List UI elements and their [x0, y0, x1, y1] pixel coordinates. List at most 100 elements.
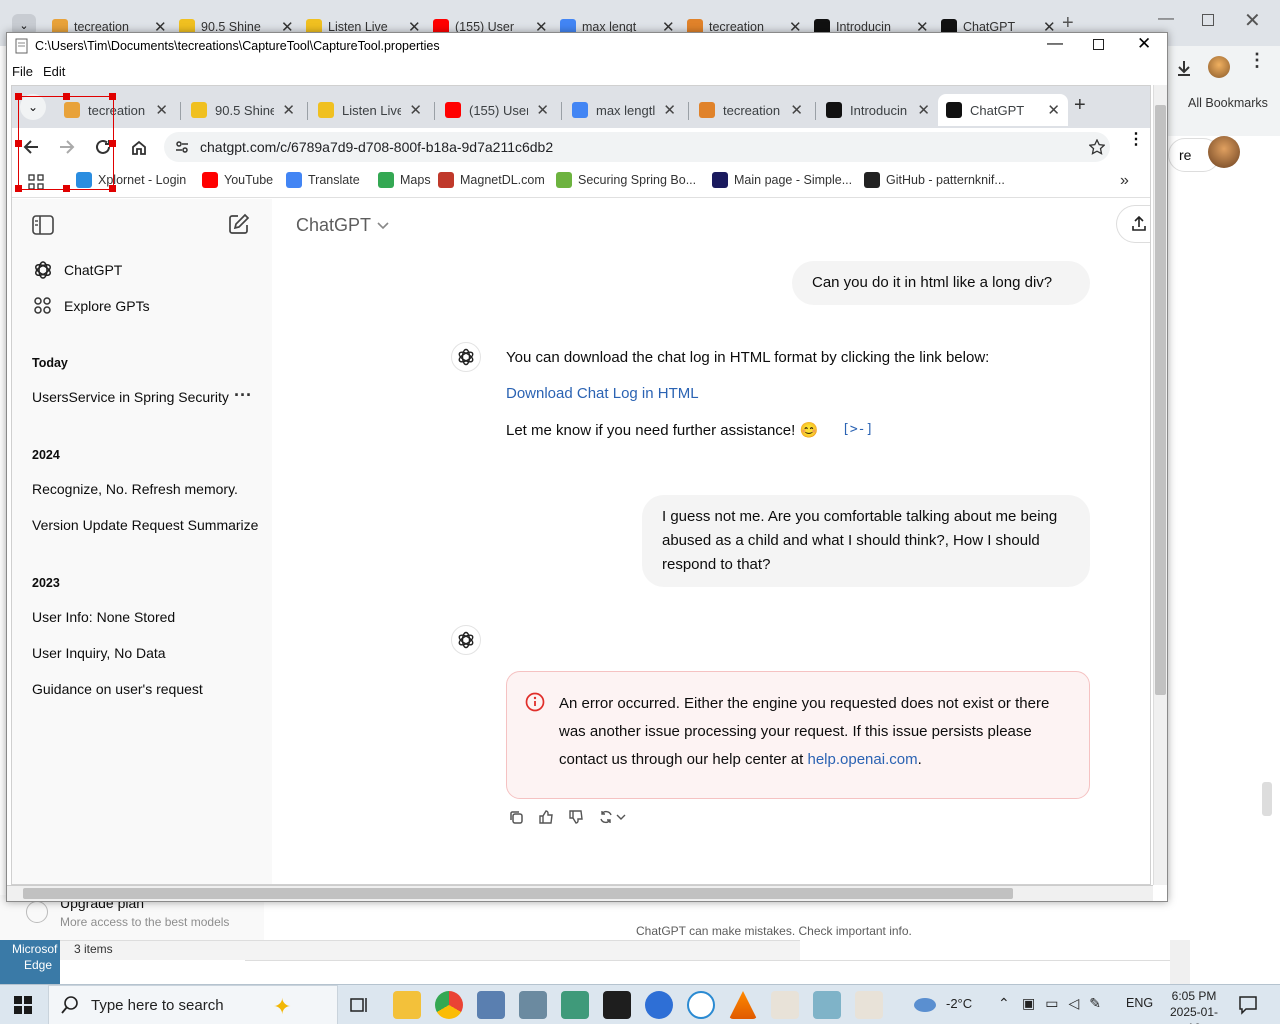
thumbs-down-icon[interactable]	[568, 809, 584, 825]
tab-8[interactable]: ChatGPT ✕	[938, 94, 1068, 126]
explorer-hscroll[interactable]	[245, 960, 1180, 984]
tab-4[interactable]: (155) User ✕	[437, 94, 557, 126]
menu-kebab-icon[interactable]: ⋮	[1248, 51, 1266, 69]
network-icon[interactable]: ▭	[1045, 995, 1058, 1012]
help-center-link[interactable]: help.openai.com	[808, 751, 918, 768]
thumbs-up-icon[interactable]	[538, 809, 554, 825]
app-icon[interactable]	[519, 991, 547, 1019]
close-window-button[interactable]: ✕	[1137, 34, 1151, 54]
model-selector[interactable]: ChatGPT	[296, 215, 389, 236]
tab-3[interactable]: Listen Live ✕	[310, 94, 430, 126]
sidebar-item-explore-gpts[interactable]: Explore GPTs	[32, 295, 150, 317]
site-info-icon[interactable]	[174, 139, 190, 155]
maximize-button[interactable]	[1093, 39, 1104, 50]
minimize-button[interactable]: —	[1158, 10, 1174, 28]
more-bookmarks-chevron-icon[interactable]: »	[1120, 172, 1129, 190]
download-icon[interactable]	[1174, 58, 1194, 78]
history-item[interactable]: User Info: None Stored	[32, 609, 175, 625]
edge-desktop-shortcut[interactable]: Microsof Edge	[0, 940, 60, 984]
tray-icon[interactable]: ▣	[1022, 995, 1035, 1012]
weather-cloud-icon[interactable]	[912, 995, 938, 1015]
regenerate-button[interactable]	[598, 809, 626, 825]
terminal-icon[interactable]	[603, 991, 631, 1019]
tab-7[interactable]: Introducin ✕	[818, 94, 938, 126]
sidebar-item-chatgpt[interactable]: ChatGPT	[32, 259, 122, 281]
bookmark-item[interactable]: GitHub - patternknif...	[864, 172, 1005, 188]
sidebar-toggle-icon[interactable]	[32, 215, 54, 235]
notepad-icon[interactable]	[813, 991, 841, 1019]
resize-handle[interactable]	[15, 140, 22, 147]
horizontal-scrollbar[interactable]	[7, 885, 1153, 901]
resize-handle[interactable]	[109, 185, 116, 192]
menu-kebab-icon[interactable]: ⋮	[1128, 132, 1144, 148]
pen-icon[interactable]: ✎	[1089, 995, 1101, 1012]
menu-file[interactable]: File	[7, 64, 38, 79]
copy-icon[interactable]	[508, 809, 524, 825]
history-item[interactable]: Version Update Request Summarize	[32, 517, 258, 533]
minimize-button[interactable]: —	[1047, 35, 1063, 53]
language-indicator[interactable]: ENG	[1126, 996, 1153, 1010]
app-icon[interactable]	[561, 991, 589, 1019]
bookmark-item[interactable]: Translate	[286, 172, 360, 188]
tab-6[interactable]: tecreation ✕	[691, 94, 811, 126]
history-item[interactable]: Guidance on user's request	[32, 681, 203, 697]
notification-center-icon[interactable]	[1238, 995, 1258, 1015]
file-explorer-icon[interactable]	[393, 991, 421, 1019]
menu-edit[interactable]: Edit	[38, 64, 70, 79]
scrollbar-thumb[interactable]	[1262, 782, 1272, 816]
java-icon[interactable]	[771, 991, 799, 1019]
resize-handle[interactable]	[109, 140, 116, 147]
close-tab-icon[interactable]: ✕	[917, 101, 930, 119]
windows-start-icon[interactable]	[14, 996, 32, 1014]
all-bookmarks[interactable]: All Bookmarks	[1168, 96, 1280, 110]
volume-icon[interactable]: ◁	[1068, 995, 1079, 1012]
tab-5[interactable]: max lengtl ✕	[564, 94, 684, 126]
horizontal-scrollbar-thumb[interactable]	[23, 888, 1013, 899]
history-item[interactable]: Recognize, No. Refresh memory.	[32, 481, 238, 497]
profile-avatar[interactable]	[1208, 56, 1230, 78]
task-view-icon[interactable]	[350, 995, 370, 1015]
citation-icon[interactable]: [>-]	[842, 422, 873, 437]
resize-handle[interactable]	[63, 185, 70, 192]
bookmark-item[interactable]: Maps	[378, 172, 431, 188]
download-chat-log-link[interactable]: Download Chat Log in HTML	[506, 385, 699, 402]
close-tab-icon[interactable]: ✕	[536, 101, 549, 119]
resize-handle[interactable]	[109, 93, 116, 100]
new-chat-icon[interactable]	[228, 213, 250, 235]
address-bar[interactable]: chatgpt.com/c/6789a7d9-d708-800f-b18a-9d…	[164, 132, 1110, 162]
bookmark-item[interactable]: Main page - Simple...	[712, 172, 852, 188]
close-tab-icon[interactable]: ✕	[1047, 101, 1060, 119]
explorer-vscroll[interactable]	[1170, 940, 1190, 984]
weather-temp[interactable]: -2°C	[946, 996, 972, 1011]
history-item[interactable]: UsersService in Spring Security	[32, 389, 229, 405]
user-avatar[interactable]	[1208, 136, 1240, 168]
capture-selection-rectangle[interactable]	[15, 93, 116, 192]
taskbar-search[interactable]: Type here to search ✦	[48, 985, 338, 1024]
app-icon[interactable]	[477, 991, 505, 1019]
tab-2[interactable]: 90.5 Shine ✕	[183, 94, 303, 126]
close-tab-icon[interactable]: ✕	[409, 101, 422, 119]
show-hidden-icons-chevron-icon[interactable]: ⌃	[998, 995, 1010, 1012]
app-icon[interactable]	[645, 991, 673, 1019]
close-window-button[interactable]: ✕	[1244, 8, 1261, 33]
bookmark-item[interactable]: MagnetDL.com	[438, 172, 545, 188]
clock[interactable]: 6:05 PM 2025-01-16	[1164, 988, 1224, 1024]
bookmark-item[interactable]: Securing Spring Bo...	[556, 172, 696, 188]
resize-handle[interactable]	[15, 93, 22, 100]
chrome-icon[interactable]	[435, 991, 463, 1019]
resize-handle[interactable]	[63, 93, 70, 100]
close-tab-icon[interactable]: ✕	[663, 101, 676, 119]
home-icon[interactable]	[130, 138, 148, 156]
share-button[interactable]	[1116, 205, 1150, 243]
maximize-button[interactable]	[1202, 14, 1214, 26]
bookmark-star-icon[interactable]	[1089, 139, 1105, 155]
more-options-icon[interactable]: ···	[234, 385, 252, 406]
resize-handle[interactable]	[15, 185, 22, 192]
history-item[interactable]: User Inquiry, No Data	[32, 645, 166, 661]
new-tab-button[interactable]: +	[1074, 94, 1086, 117]
bookmark-item[interactable]: YouTube	[202, 172, 273, 188]
app-icon[interactable]	[687, 991, 715, 1019]
java-icon[interactable]	[855, 991, 883, 1019]
vertical-scrollbar-thumb[interactable]	[1155, 105, 1166, 695]
close-tab-icon[interactable]: ✕	[155, 101, 168, 119]
